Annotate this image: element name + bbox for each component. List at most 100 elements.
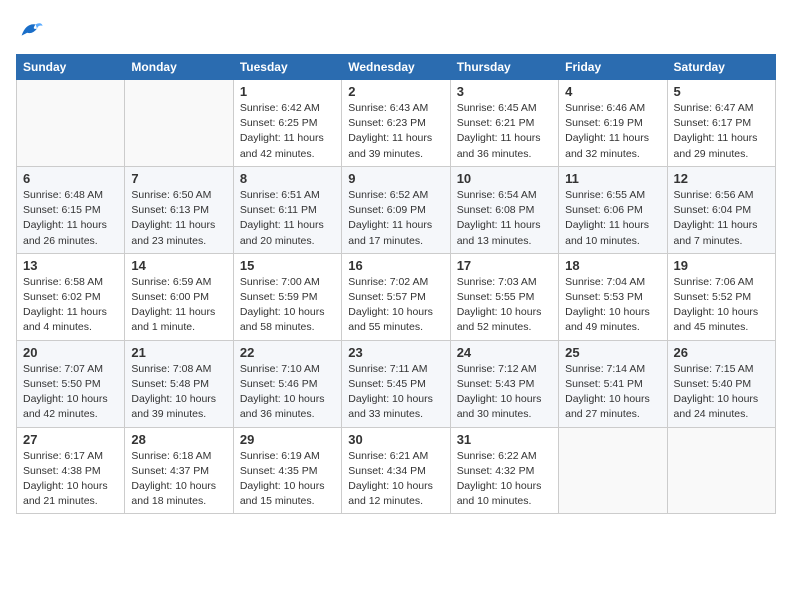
calendar-cell: 21 Sunrise: 7:08 AM Sunset: 5:48 PM Dayli… [125, 340, 233, 427]
calendar-cell: 31 Sunrise: 6:22 AM Sunset: 4:32 PM Dayli… [450, 427, 558, 514]
calendar-week-row: 13Sunrise: 6:58 AM Sunset: 6:02 PM Dayli… [17, 253, 776, 340]
day-number: 30 [348, 432, 443, 447]
calendar-cell: 6 Sunrise: 6:48 AM Sunset: 6:15 PM Daylig… [17, 166, 125, 253]
calendar-week-row: 1 Sunrise: 6:42 AM Sunset: 6:25 PM Daylig… [17, 80, 776, 167]
day-info: Sunrise: 6:45 AM Sunset: 6:21 PM Dayligh… [457, 101, 552, 162]
calendar-cell: 16 Sunrise: 7:02 AM Sunset: 5:57 PM Dayli… [342, 253, 450, 340]
day-info: Sunrise: 6:50 AM Sunset: 6:13 PM Dayligh… [131, 188, 226, 249]
day-number: 1 [240, 84, 335, 99]
day-info: Sunrise: 6:22 AM Sunset: 4:32 PM Dayligh… [457, 449, 552, 510]
day-info: Sunrise: 6:21 AM Sunset: 4:34 PM Dayligh… [348, 449, 443, 510]
weekday-header: Tuesday [233, 55, 341, 80]
weekday-header: Wednesday [342, 55, 450, 80]
day-info: Sunrise: 6:46 AM Sunset: 6:19 PM Dayligh… [565, 101, 660, 162]
day-info: Sunrise: 7:06 AM Sunset: 5:52 PM Dayligh… [674, 275, 769, 336]
calendar-cell: 30 Sunrise: 6:21 AM Sunset: 4:34 PM Dayli… [342, 427, 450, 514]
calendar-week-row: 27 Sunrise: 6:17 AM Sunset: 4:38 PM Dayli… [17, 427, 776, 514]
day-number: 12 [674, 171, 769, 186]
day-number: 9 [348, 171, 443, 186]
day-number: 5 [674, 84, 769, 99]
calendar-cell: 12 Sunrise: 6:56 AM Sunset: 6:04 PM Dayli… [667, 166, 775, 253]
calendar-cell: 17Sunrise: 7:03 AM Sunset: 5:55 PM Dayli… [450, 253, 558, 340]
calendar-cell: 26Sunrise: 7:15 AM Sunset: 5:40 PM Dayli… [667, 340, 775, 427]
day-info: Sunrise: 6:52 AM Sunset: 6:09 PM Dayligh… [348, 188, 443, 249]
calendar-cell: 3Sunrise: 6:45 AM Sunset: 6:21 PM Daylig… [450, 80, 558, 167]
day-info: Sunrise: 6:42 AM Sunset: 6:25 PM Dayligh… [240, 101, 335, 162]
weekday-header: Saturday [667, 55, 775, 80]
day-number: 21 [131, 345, 226, 360]
day-number: 7 [131, 171, 226, 186]
day-number: 8 [240, 171, 335, 186]
calendar-week-row: 20Sunrise: 7:07 AM Sunset: 5:50 PM Dayli… [17, 340, 776, 427]
calendar-cell [667, 427, 775, 514]
day-info: Sunrise: 6:59 AM Sunset: 6:00 PM Dayligh… [131, 275, 226, 336]
day-number: 25 [565, 345, 660, 360]
day-number: 26 [674, 345, 769, 360]
calendar-cell: 18 Sunrise: 7:04 AM Sunset: 5:53 PM Dayli… [559, 253, 667, 340]
day-number: 22 [240, 345, 335, 360]
calendar-cell: 24 Sunrise: 7:12 AM Sunset: 5:43 PM Dayli… [450, 340, 558, 427]
day-info: Sunrise: 7:12 AM Sunset: 5:43 PM Dayligh… [457, 362, 552, 423]
day-info: Sunrise: 6:54 AM Sunset: 6:08 PM Dayligh… [457, 188, 552, 249]
logo [16, 16, 48, 44]
day-info: Sunrise: 6:19 AM Sunset: 4:35 PM Dayligh… [240, 449, 335, 510]
calendar-cell: 25 Sunrise: 7:14 AM Sunset: 5:41 PM Dayli… [559, 340, 667, 427]
day-info: Sunrise: 6:51 AM Sunset: 6:11 PM Dayligh… [240, 188, 335, 249]
day-info: Sunrise: 6:48 AM Sunset: 6:15 PM Dayligh… [23, 188, 118, 249]
weekday-header: Thursday [450, 55, 558, 80]
logo-icon [16, 16, 44, 44]
day-number: 10 [457, 171, 552, 186]
calendar-cell [17, 80, 125, 167]
calendar-cell: 23Sunrise: 7:11 AM Sunset: 5:45 PM Dayli… [342, 340, 450, 427]
calendar-cell: 11 Sunrise: 6:55 AM Sunset: 6:06 PM Dayli… [559, 166, 667, 253]
day-number: 24 [457, 345, 552, 360]
calendar-cell: 22 Sunrise: 7:10 AM Sunset: 5:46 PM Dayli… [233, 340, 341, 427]
day-number: 20 [23, 345, 118, 360]
day-number: 31 [457, 432, 552, 447]
day-number: 19 [674, 258, 769, 273]
day-info: Sunrise: 7:08 AM Sunset: 5:48 PM Dayligh… [131, 362, 226, 423]
day-number: 18 [565, 258, 660, 273]
calendar-cell: 2Sunrise: 6:43 AM Sunset: 6:23 PM Daylig… [342, 80, 450, 167]
day-info: Sunrise: 7:00 AM Sunset: 5:59 PM Dayligh… [240, 275, 335, 336]
calendar-cell: 14Sunrise: 6:59 AM Sunset: 6:00 PM Dayli… [125, 253, 233, 340]
day-number: 6 [23, 171, 118, 186]
weekday-header: Sunday [17, 55, 125, 80]
day-info: Sunrise: 6:56 AM Sunset: 6:04 PM Dayligh… [674, 188, 769, 249]
day-info: Sunrise: 6:17 AM Sunset: 4:38 PM Dayligh… [23, 449, 118, 510]
day-number: 23 [348, 345, 443, 360]
calendar-cell: 5 Sunrise: 6:47 AM Sunset: 6:17 PM Daylig… [667, 80, 775, 167]
calendar-cell: 1 Sunrise: 6:42 AM Sunset: 6:25 PM Daylig… [233, 80, 341, 167]
day-number: 16 [348, 258, 443, 273]
calendar-cell: 13Sunrise: 6:58 AM Sunset: 6:02 PM Dayli… [17, 253, 125, 340]
day-info: Sunrise: 6:47 AM Sunset: 6:17 PM Dayligh… [674, 101, 769, 162]
calendar-cell: 15 Sunrise: 7:00 AM Sunset: 5:59 PM Dayli… [233, 253, 341, 340]
day-number: 4 [565, 84, 660, 99]
calendar-table: SundayMondayTuesdayWednesdayThursdayFrid… [16, 54, 776, 514]
day-number: 13 [23, 258, 118, 273]
day-info: Sunrise: 7:14 AM Sunset: 5:41 PM Dayligh… [565, 362, 660, 423]
calendar-header-row: SundayMondayTuesdayWednesdayThursdayFrid… [17, 55, 776, 80]
day-info: Sunrise: 6:55 AM Sunset: 6:06 PM Dayligh… [565, 188, 660, 249]
day-info: Sunrise: 7:02 AM Sunset: 5:57 PM Dayligh… [348, 275, 443, 336]
page-header [16, 16, 776, 44]
day-info: Sunrise: 6:18 AM Sunset: 4:37 PM Dayligh… [131, 449, 226, 510]
day-info: Sunrise: 7:03 AM Sunset: 5:55 PM Dayligh… [457, 275, 552, 336]
weekday-header: Friday [559, 55, 667, 80]
calendar-cell: 7 Sunrise: 6:50 AM Sunset: 6:13 PM Daylig… [125, 166, 233, 253]
calendar-body: 1 Sunrise: 6:42 AM Sunset: 6:25 PM Daylig… [17, 80, 776, 514]
calendar-cell: 4 Sunrise: 6:46 AM Sunset: 6:19 PM Daylig… [559, 80, 667, 167]
day-number: 15 [240, 258, 335, 273]
day-info: Sunrise: 7:04 AM Sunset: 5:53 PM Dayligh… [565, 275, 660, 336]
day-number: 28 [131, 432, 226, 447]
calendar-cell [125, 80, 233, 167]
calendar-cell: 19 Sunrise: 7:06 AM Sunset: 5:52 PM Dayli… [667, 253, 775, 340]
day-number: 2 [348, 84, 443, 99]
day-number: 29 [240, 432, 335, 447]
day-info: Sunrise: 7:10 AM Sunset: 5:46 PM Dayligh… [240, 362, 335, 423]
calendar-cell: 8 Sunrise: 6:51 AM Sunset: 6:11 PM Daylig… [233, 166, 341, 253]
calendar-cell: 9 Sunrise: 6:52 AM Sunset: 6:09 PM Daylig… [342, 166, 450, 253]
calendar-cell: 28 Sunrise: 6:18 AM Sunset: 4:37 PM Dayli… [125, 427, 233, 514]
day-number: 11 [565, 171, 660, 186]
day-number: 27 [23, 432, 118, 447]
